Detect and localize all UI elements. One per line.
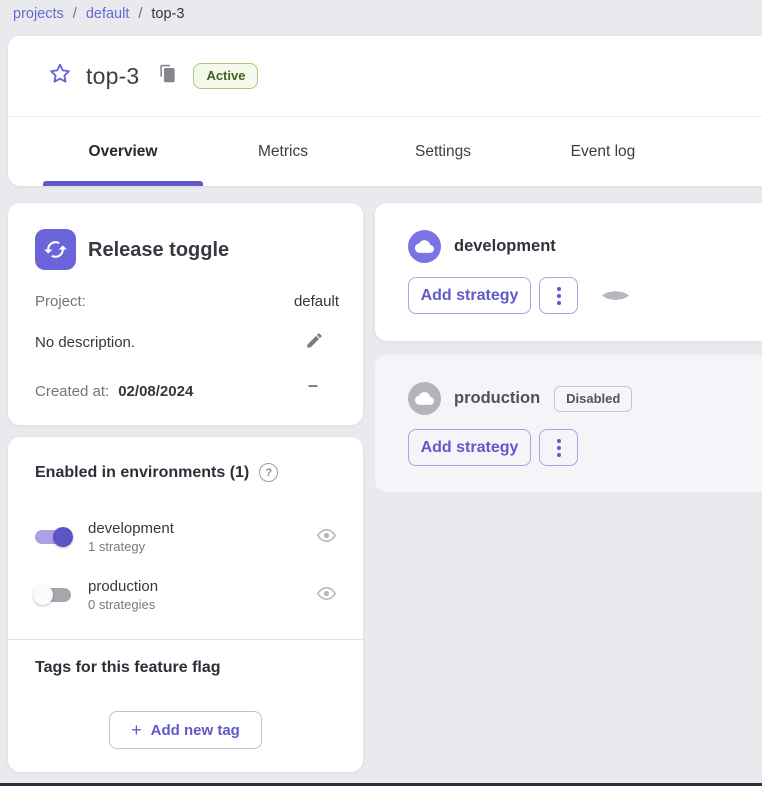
flag-type-label: Release toggle [88,239,229,262]
tab-event-log[interactable]: Event log [523,117,683,186]
copy-name-button[interactable] [156,65,178,87]
created-value: 02/08/2024 [118,383,193,400]
active-tab-indicator [43,181,203,186]
production-panel-actions: Add strategy [408,429,578,466]
status-badge: Active [193,63,258,89]
description-row: No description. [35,334,339,351]
add-new-tag-label: Add new tag [151,722,240,739]
environments-card: Enabled in environments (1) ? developmen… [8,437,363,772]
kebab-icon [557,439,561,457]
cloud-icon [408,382,441,415]
development-panel-header: development [408,230,556,263]
add-strategy-button[interactable]: Add strategy [408,277,531,314]
environment-panel-name: development [454,237,556,256]
eye-icon [316,583,337,607]
add-new-tag-button[interactable]: + Add new tag [109,711,262,749]
environments-title-row: Enabled in environments (1) ? [35,463,278,482]
production-panel-header: production Disabled [408,382,632,415]
view-environment-button[interactable] [314,525,338,549]
cloud-icon [408,230,441,263]
environment-row-production: production 0 strategies [33,573,338,617]
release-toggle-icon [35,229,76,270]
pencil-icon [305,331,324,353]
collapse-button[interactable]: – [303,375,323,395]
environment-strategy-count: 0 strategies [88,597,158,612]
development-strategy-panel: development Add strategy [375,203,762,341]
copy-icon [158,64,177,88]
tab-settings[interactable]: Settings [363,117,523,186]
production-strategy-panel: production Disabled Add strategy [375,355,762,492]
toggle-knob [53,527,73,547]
more-actions-button[interactable] [539,277,578,314]
description-text: No description. [35,334,135,351]
toggle-production[interactable] [33,584,73,606]
created-row: Created at: 02/08/2024 [35,383,339,400]
minus-icon: – [308,375,318,396]
project-label: Project: [35,293,86,310]
breadcrumb: projects / default / top-3 [0,0,762,28]
help-icon: ? [265,467,272,479]
flag-title-row: top-3 Active [8,36,762,117]
flag-details-card: Release toggle Project: default No descr… [8,203,363,425]
plus-icon: + [131,721,142,739]
project-row: Project: default [35,293,339,310]
card-divider [8,639,363,640]
created-label: Created at: [35,383,109,400]
tab-overview[interactable]: Overview [43,117,203,186]
page-title: top-3 [86,63,139,90]
tab-bar: Overview Metrics Settings Event log [43,117,683,186]
flag-header-card: top-3 Active Overview Metrics Settings E… [8,36,762,186]
environment-name: production [88,578,158,595]
toggle-knob [33,585,53,605]
help-button[interactable]: ? [259,463,278,482]
eye-icon [316,525,337,549]
breadcrumb-projects[interactable]: projects [13,6,64,22]
breadcrumb-default[interactable]: default [86,6,130,22]
tags-title: Tags for this feature flag [35,659,221,677]
gray-cloud-icon [601,290,630,301]
toggle-development[interactable] [33,526,73,548]
star-icon [47,61,73,92]
more-actions-button[interactable] [539,429,578,466]
breadcrumb-separator: / [138,6,142,22]
kebab-icon [557,287,561,305]
view-environment-button[interactable] [314,583,338,607]
environment-strategy-count: 1 strategy [88,539,174,554]
breadcrumb-current: top-3 [151,6,184,22]
edit-description-button[interactable] [303,331,325,353]
breadcrumb-separator: / [73,6,77,22]
project-value: default [294,293,339,310]
add-strategy-button[interactable]: Add strategy [408,429,531,466]
development-panel-actions: Add strategy [408,277,630,314]
environment-row-development: development 1 strategy [33,515,338,559]
disabled-badge: Disabled [554,386,632,412]
environments-title: Enabled in environments (1) [35,464,249,482]
tab-metrics[interactable]: Metrics [203,117,363,186]
favorite-button[interactable] [46,62,74,90]
environment-name: development [88,520,174,537]
environment-panel-name: production [454,389,540,408]
